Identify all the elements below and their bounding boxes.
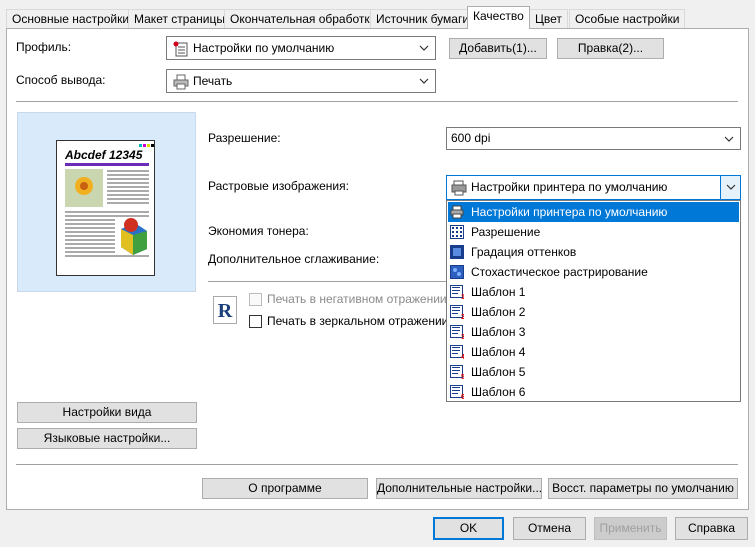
output-label: Способ вывода: [16, 73, 106, 87]
resolution-select[interactable]: 600 dpi [446, 127, 741, 150]
raster-value: Настройки принтера по умолчанию [471, 180, 668, 194]
about-button[interactable]: О программе [202, 478, 368, 499]
raster-option-pattern-1[interactable]: 1 Шаблон 1 [448, 282, 739, 302]
raster-select[interactable]: Настройки принтера по умолчанию [446, 175, 741, 200]
mirror-print-label: Печать в зеркальном отражении [267, 314, 449, 328]
svg-text:R: R [218, 300, 233, 322]
raster-option-label: Разрешение [471, 225, 541, 239]
raster-dropdown-button[interactable] [720, 176, 740, 199]
resolution-grid-icon [450, 225, 464, 239]
raster-option-gradation[interactable]: Градация оттенков [448, 242, 739, 262]
tab-finishing[interactable]: Окончательная обработка [224, 9, 383, 28]
help-button[interactable]: Справка [675, 517, 748, 540]
advanced-settings-button[interactable]: Дополнительные настройки... [376, 478, 542, 499]
restore-defaults-button[interactable]: Восст. параметры по умолчанию [548, 478, 738, 499]
pattern-1-icon: 1 [450, 285, 464, 299]
chevron-down-icon [726, 184, 736, 190]
raster-option-stochastic[interactable]: Стохастическое растрирование [448, 262, 739, 282]
svg-text:6: 6 [461, 394, 464, 399]
tab-quality[interactable]: Качество [467, 6, 530, 29]
raster-dropdown-list: Настройки принтера по умолчанию Разрешен… [446, 200, 741, 402]
negative-print-label: Печать в негативном отражении [267, 292, 447, 306]
raster-option-label: Шаблон 3 [471, 325, 526, 339]
smoothing-label: Дополнительное сглаживание: [208, 252, 380, 266]
raster-option-label: Шаблон 4 [471, 345, 526, 359]
tab-basic[interactable]: Основные настройки [6, 9, 136, 28]
raster-option-resolution[interactable]: Разрешение [448, 222, 739, 242]
toner-save-label: Экономия тонера: [208, 224, 309, 238]
output-value: Печать [193, 74, 233, 88]
resolution-value: 600 dpi [451, 131, 491, 145]
raster-option-label: Градация оттенков [471, 245, 577, 259]
tab-paper-source[interactable]: Источник бумаги [370, 9, 476, 28]
preview-content-icon [65, 169, 149, 257]
svg-text:2: 2 [461, 314, 464, 319]
chevron-down-icon [419, 45, 429, 51]
divider [16, 464, 738, 465]
profile-select[interactable]: Настройки по умолчанию [166, 36, 436, 60]
raster-option-label: Настройки принтера по умолчанию [471, 205, 668, 219]
tab-special[interactable]: Особые настройки [569, 9, 686, 28]
svg-text:1: 1 [461, 294, 464, 299]
pattern-6-icon: 6 [450, 385, 464, 399]
raster-option-default[interactable]: Настройки принтера по умолчанию [448, 202, 739, 222]
gradation-icon [450, 245, 464, 259]
resolution-label: Разрешение: [208, 131, 281, 145]
ok-button[interactable]: OK [433, 517, 504, 540]
negative-print-checkbox[interactable] [249, 293, 262, 306]
pattern-5-icon: 5 [450, 365, 464, 379]
raster-option-pattern-3[interactable]: 3 Шаблон 3 [448, 322, 739, 342]
svg-text:3: 3 [461, 334, 464, 339]
profile-value: Настройки по умолчанию [193, 41, 335, 55]
divider [208, 281, 448, 282]
printer-icon [173, 74, 189, 90]
chevron-down-icon [419, 78, 429, 84]
language-settings-button[interactable]: Языковые настройки... [17, 428, 197, 449]
raster-option-label: Шаблон 6 [471, 385, 526, 399]
pattern-2-icon: 2 [450, 305, 464, 319]
svg-text:4: 4 [461, 354, 464, 359]
mirror-print-checkbox[interactable] [249, 315, 262, 328]
preview-page: Abcdef 12345 [56, 140, 155, 276]
raster-option-pattern-6[interactable]: 6 Шаблон 6 [448, 382, 739, 402]
profile-icon [173, 41, 188, 57]
chevron-down-icon [724, 136, 734, 142]
raster-option-pattern-4[interactable]: 4 Шаблон 4 [448, 342, 739, 362]
printer-default-icon [450, 205, 464, 219]
raster-label: Растровые изображения: [208, 179, 349, 193]
preview-heading: Abcdef 12345 [65, 148, 143, 162]
raster-option-label: Шаблон 5 [471, 365, 526, 379]
preview-bar [65, 163, 149, 166]
tab-page-layout[interactable]: Макет страницы [128, 9, 231, 28]
cancel-button[interactable]: Отмена [513, 517, 586, 540]
raster-option-label: Шаблон 1 [471, 285, 526, 299]
divider [16, 101, 738, 102]
mirror-r-icon: R [213, 296, 237, 324]
output-select[interactable]: Печать [166, 69, 436, 93]
view-settings-button[interactable]: Настройки вида [17, 402, 197, 423]
raster-option-label: Шаблон 2 [471, 305, 526, 319]
raster-option-label: Стохастическое растрирование [471, 265, 648, 279]
raster-default-icon [451, 180, 467, 196]
pattern-4-icon: 4 [450, 345, 464, 359]
add-profile-button[interactable]: Добавить(1)... [449, 38, 547, 59]
profile-label: Профиль: [16, 40, 72, 54]
stochastic-icon [450, 265, 464, 279]
apply-button[interactable]: Применить [594, 517, 667, 540]
svg-text:5: 5 [461, 374, 464, 379]
edit-profile-button[interactable]: Правка(2)... [557, 38, 664, 59]
tab-color[interactable]: Цвет [529, 9, 568, 28]
page-preview: Abcdef 12345 [17, 112, 196, 292]
pattern-3-icon: 3 [450, 325, 464, 339]
raster-option-pattern-2[interactable]: 2 Шаблон 2 [448, 302, 739, 322]
raster-option-pattern-5[interactable]: 5 Шаблон 5 [448, 362, 739, 382]
